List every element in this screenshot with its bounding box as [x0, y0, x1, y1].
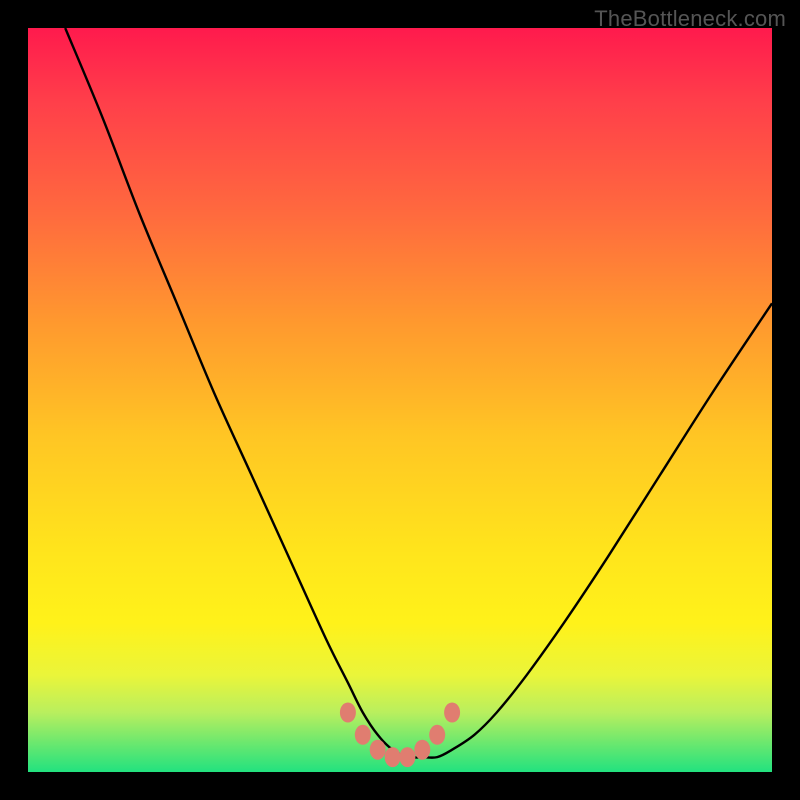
marker-dot [355, 725, 371, 745]
marker-dot [399, 747, 415, 767]
marker-dot [414, 740, 430, 760]
flat-region-markers [340, 703, 460, 768]
chart-frame: TheBottleneck.com [0, 0, 800, 800]
bottleneck-curve-svg [28, 28, 772, 772]
marker-dot [444, 703, 460, 723]
marker-dot [429, 725, 445, 745]
plot-area [28, 28, 772, 772]
marker-dot [340, 703, 356, 723]
marker-dot [385, 747, 401, 767]
marker-dot [370, 740, 386, 760]
bottleneck-curve-path [65, 28, 772, 758]
watermark-text: TheBottleneck.com [594, 6, 786, 32]
